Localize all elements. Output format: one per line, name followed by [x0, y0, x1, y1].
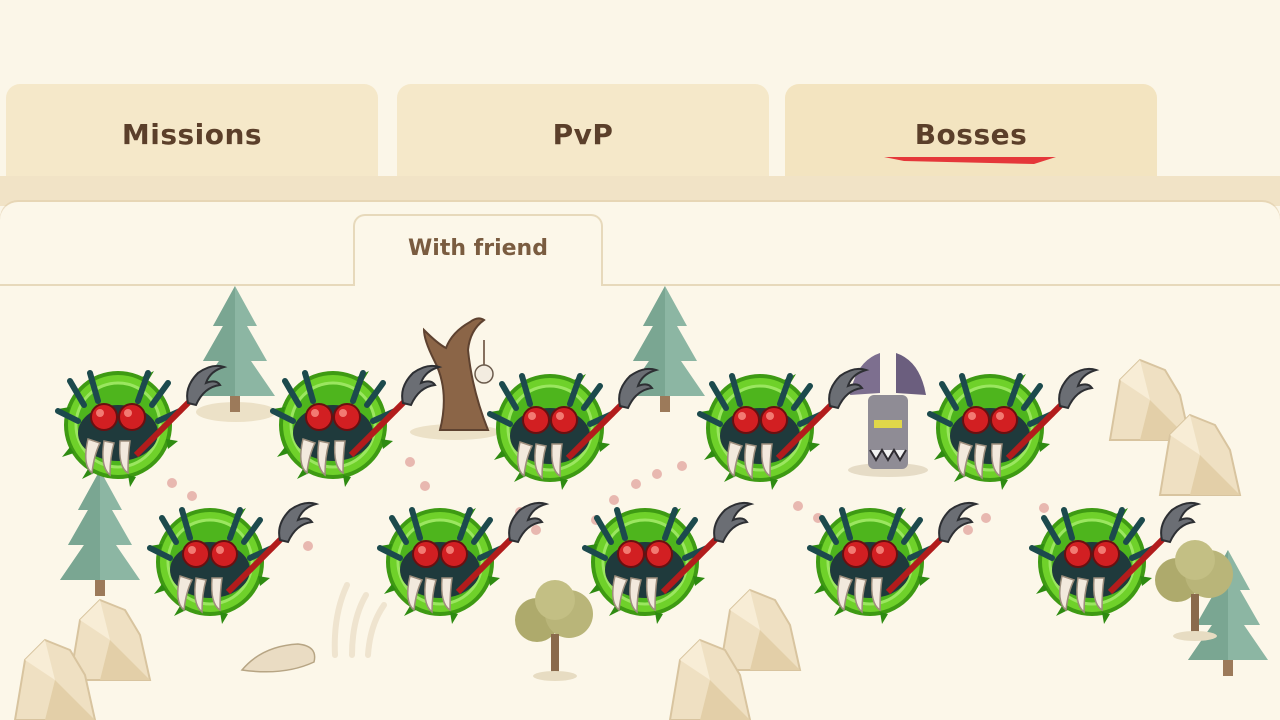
pine-tree-icon: [60, 470, 140, 596]
boss-node-3[interactable]: [490, 369, 656, 490]
boss-node-1[interactable]: [58, 366, 224, 487]
boss-node-5[interactable]: [930, 369, 1096, 490]
spider-boss-icon: [700, 369, 866, 490]
spider-boss-icon: [810, 503, 976, 624]
spider-boss-icon: [585, 503, 751, 624]
boss-node-9[interactable]: [810, 503, 976, 624]
boss-map: [14, 286, 1268, 720]
bones-icon: [240, 582, 387, 673]
spider-boss-icon: [58, 366, 224, 487]
rock-icon: [69, 599, 151, 681]
boss-node-4[interactable]: [700, 369, 866, 490]
spider-boss-icon: [273, 366, 439, 487]
spider-boss-icon: [490, 369, 656, 490]
skull-icon: [474, 364, 494, 384]
bush-tree-icon: [515, 580, 593, 681]
spider-boss-icon: [930, 369, 1096, 490]
spider-boss-icon: [150, 503, 316, 624]
boss-node-8[interactable]: [585, 503, 751, 624]
boss-node-6[interactable]: [150, 503, 316, 624]
boss-node-2[interactable]: [273, 366, 439, 487]
pine-tree-icon: [195, 286, 275, 412]
rock-icon: [719, 589, 801, 671]
